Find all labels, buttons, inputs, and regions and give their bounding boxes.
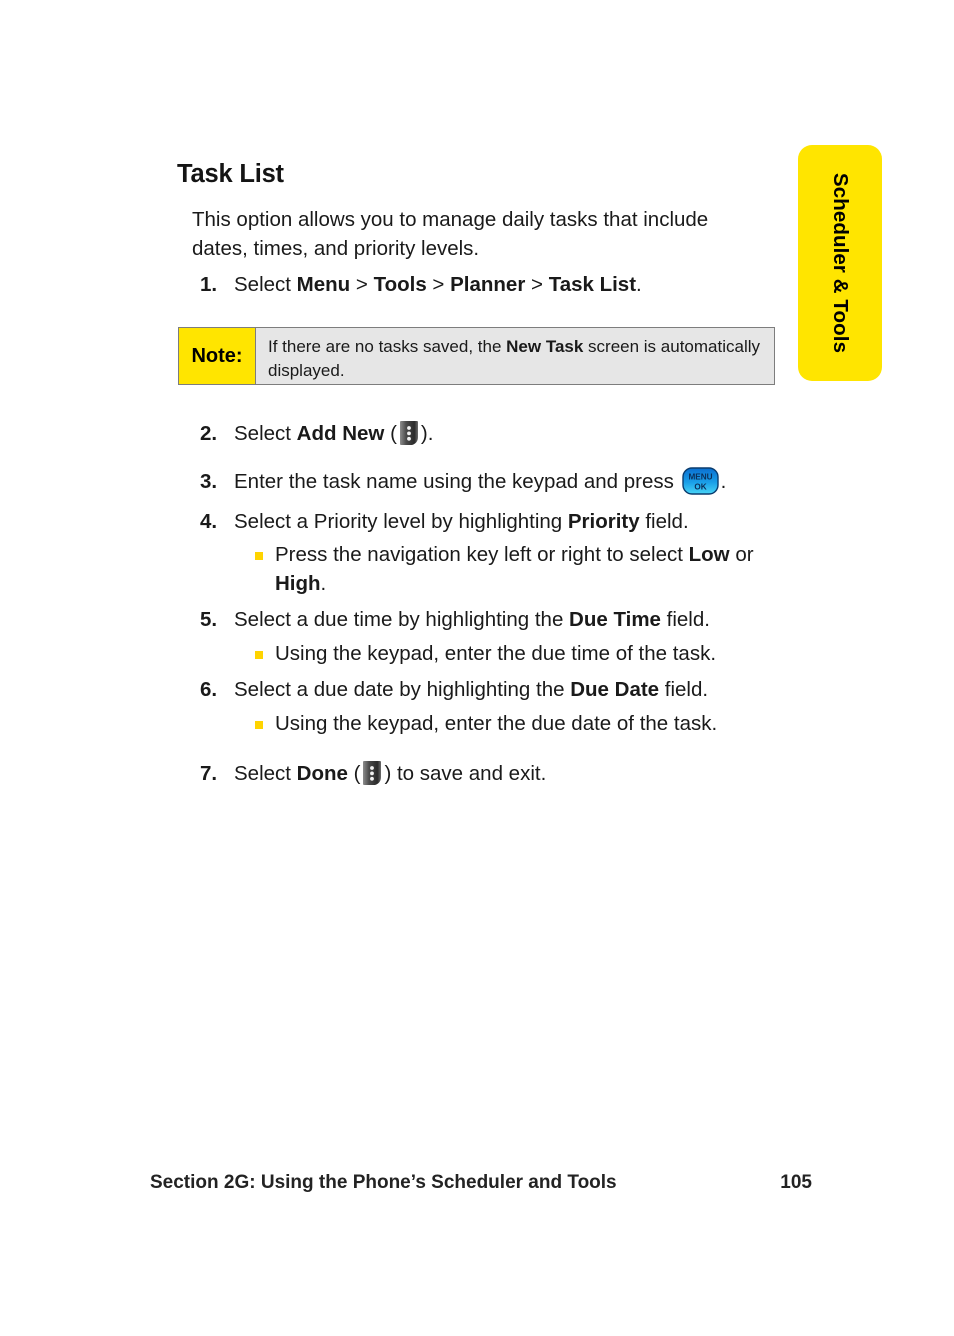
svg-text:OK: OK xyxy=(694,482,706,491)
step-text-2: Select Add New (). xyxy=(234,420,434,447)
note-label: Note: xyxy=(191,344,243,367)
emphasis-text: Done xyxy=(296,762,348,785)
step-item-4: 4. Select a Priority level by highlighti… xyxy=(200,507,760,537)
emphasis-text: Add New xyxy=(296,422,385,445)
intro-paragraph: This option allows you to manage daily t… xyxy=(192,208,709,260)
emphasis-text: Low xyxy=(688,543,730,566)
note-text-bold: New Task xyxy=(506,337,584,356)
emphasis-text: Due Time xyxy=(569,608,661,631)
page-footer: Section 2G: Using the Phone’s Scheduler … xyxy=(150,1172,812,1194)
emphasis-text: High xyxy=(275,572,321,595)
step-number-5: 5. xyxy=(200,608,218,631)
footer-section-label: Section 2G: Using the Phone’s Scheduler … xyxy=(150,1172,617,1193)
step-text-5: Select a due time by highlighting the Du… xyxy=(234,608,710,631)
sub-bullet-item-2: Using the keypad, enter the due time of … xyxy=(255,639,767,668)
step-number-4: 4. xyxy=(200,510,218,533)
section-tab-label: Scheduler & Tools xyxy=(829,172,852,354)
bullet-square-icon xyxy=(255,651,263,659)
step-item-5: 5. Select a due time by highlighting the… xyxy=(200,605,760,635)
sub-bullet-item-1: Press the navigation key left or right t… xyxy=(255,540,767,598)
sub-bullet-text-3: Using the keypad, enter the due date of … xyxy=(275,712,718,735)
step-text-1: Select Menu > Tools > Planner > Task Lis… xyxy=(234,273,642,296)
sub-bullet-item-3: Using the keypad, enter the due date of … xyxy=(255,709,767,738)
step-item-3: 3. Enter the task name using the keypad … xyxy=(200,467,775,497)
emphasis-text: Task List xyxy=(548,273,637,296)
section-tab-scheduler-and-tools[interactable]: Scheduler & Tools xyxy=(798,145,882,381)
step-number-3: 3. xyxy=(200,470,218,493)
note-box: Note: If there are no tasks saved, the N… xyxy=(178,327,775,385)
step-item-6: 6. Select a due date by highlighting the… xyxy=(200,675,760,705)
emphasis-text: Tools xyxy=(373,273,427,296)
step-number-6: 6. xyxy=(200,678,218,701)
note-text: If there are no tasks saved, the New Tas… xyxy=(256,328,774,384)
step-number-7: 7. xyxy=(200,762,218,785)
step-number-1: 1. xyxy=(200,273,218,296)
step-number-2: 2. xyxy=(200,422,218,445)
sub-bullet-text-2: Using the keypad, enter the due time of … xyxy=(275,642,717,665)
emphasis-text: Due Date xyxy=(570,678,660,701)
menu-ok-key-icon: MENU OK xyxy=(681,467,719,495)
step-text-7: Select Done () to save and exit. xyxy=(234,760,547,787)
step-text-4: Select a Priority level by highlighting … xyxy=(234,510,689,533)
emphasis-text: Menu xyxy=(296,273,351,296)
footer-page-number: 105 xyxy=(780,1172,812,1193)
emphasis-text: Planner xyxy=(450,273,526,296)
step-item-7: 7. Select Done () to save and exit. xyxy=(200,759,760,789)
step-item-1: 1. Select Menu > Tools > Planner > Task … xyxy=(200,270,760,300)
step-item-2: 2. Select Add New (). xyxy=(200,419,760,449)
note-label-cell: Note: xyxy=(179,328,256,384)
step-text-6: Select a due date by highlighting the Du… xyxy=(234,678,709,701)
bullet-square-icon xyxy=(255,721,263,729)
note-text-before: If there are no tasks saved, the xyxy=(268,337,507,356)
sub-bullet-text-1: Press the navigation key left or right t… xyxy=(275,543,754,595)
step-text-3: Enter the task name using the keypad and… xyxy=(234,467,775,497)
page-title: Task List xyxy=(177,160,284,188)
softkey-menu-icon xyxy=(398,420,420,447)
svg-text:MENU: MENU xyxy=(688,473,712,482)
bullet-square-icon xyxy=(255,552,263,560)
emphasis-text: Priority xyxy=(567,510,640,533)
softkey-menu-icon xyxy=(361,760,383,787)
